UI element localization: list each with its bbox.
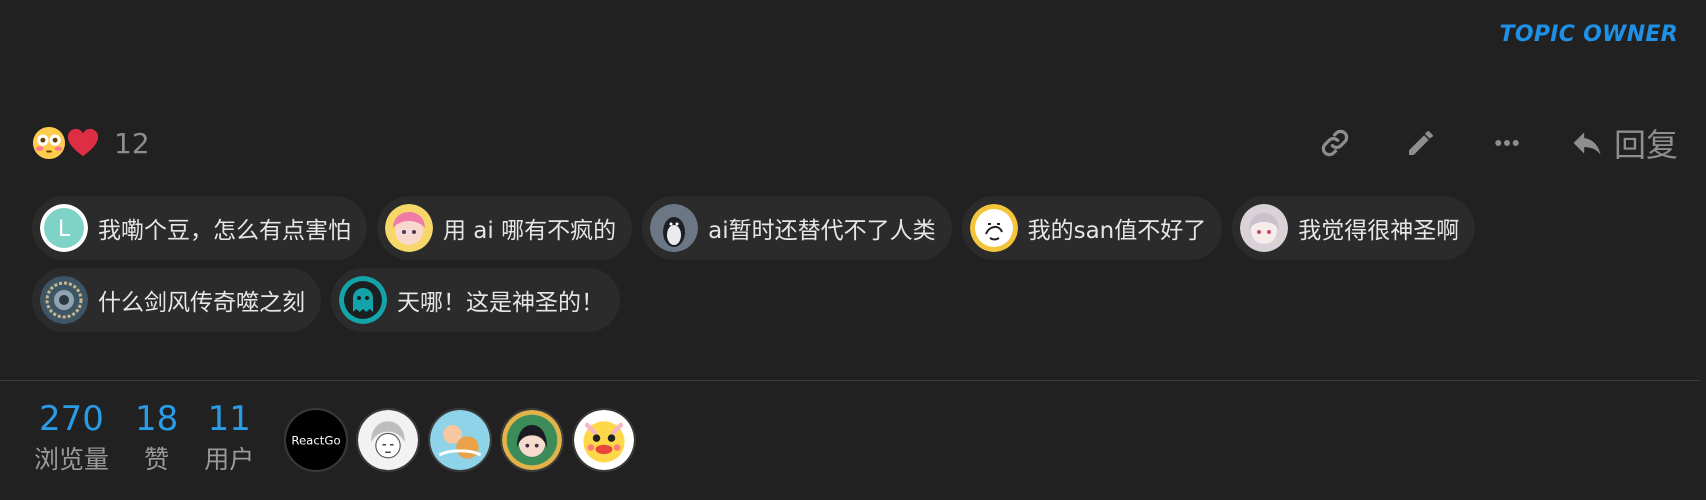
post-footer: TOPIC OWNER 12 回复 L 我嘞个豆，怎么有点害怕 用 ai 哪有不… <box>0 0 1706 500</box>
doodle-avatar-icon <box>969 204 1018 252</box>
reaction-count: 12 <box>114 126 150 160</box>
red-heart-emoji-icon <box>67 128 99 157</box>
boost-chip[interactable]: L 我嘞个豆，怎么有点害怕 <box>32 196 367 260</box>
ellipsis-icon <box>1495 140 1519 146</box>
boost-text: 我觉得很神圣啊 <box>1298 218 1460 244</box>
stat-views: 270 浏览量 <box>34 398 109 478</box>
boost-chip[interactable]: 什么剑风传奇噬之刻 <box>32 268 321 332</box>
letter-l-avatar-icon: L <box>40 204 88 252</box>
pink-hair-anime-avatar-icon <box>385 204 433 252</box>
boost-text: 什么剑风传奇噬之刻 <box>98 290 305 316</box>
post-actions: 回复 <box>1312 120 1678 166</box>
users-count: 11 <box>207 399 251 439</box>
colorful-anime-avatar-icon[interactable] <box>428 408 493 472</box>
anime-girl-avatar-icon <box>1240 204 1289 252</box>
likes-count: 18 <box>135 399 179 439</box>
penguin-avatar-icon <box>650 204 699 252</box>
pencil-icon <box>1408 131 1433 155</box>
reactgo-avatar-icon[interactable]: ReactGo <box>284 408 349 472</box>
boost-text: ai暂时还替代不了人类 <box>708 218 936 244</box>
stat-likes: 18 赞 <box>135 398 178 478</box>
boost-text: 天哪！这是神圣的！ <box>397 290 604 316</box>
likes-label: 赞 <box>144 445 170 474</box>
link-icon <box>1321 129 1349 157</box>
copy-link-button[interactable] <box>1312 120 1358 166</box>
flushed-face-emoji-icon <box>32 126 66 160</box>
boost-text: 用 ai 哪有不疯的 <box>443 218 617 244</box>
boosts-list: L 我嘞个豆，怎么有点害怕 用 ai 哪有不疯的 ai暂时还替代不了人类 我的s… <box>32 196 1592 332</box>
reply-button[interactable]: 回复 <box>1570 120 1678 166</box>
boost-chip[interactable]: ai暂时还替代不了人类 <box>642 196 952 260</box>
boost-chip[interactable]: 天哪！这是神圣的！ <box>331 268 620 332</box>
stat-users: 11 用户 <box>204 398 254 478</box>
circular-art-avatar-icon <box>40 276 88 324</box>
sketch-character-avatar-icon[interactable] <box>356 408 421 472</box>
edit-button[interactable] <box>1398 120 1444 166</box>
cartoon-duck-avatar-icon[interactable] <box>572 408 637 472</box>
boost-chip[interactable]: 我的san值不好了 <box>961 196 1223 260</box>
participant-name: ReactGo <box>292 434 341 448</box>
boost-text: 我的san值不好了 <box>1027 218 1207 244</box>
views-count: 270 <box>39 399 104 439</box>
reply-label: 回复 <box>1613 126 1678 164</box>
views-label: 浏览量 <box>34 445 110 474</box>
participants-list: ReactGo <box>284 408 644 472</box>
svg-text:L: L <box>58 217 71 242</box>
boost-chip[interactable]: 用 ai 哪有不疯的 <box>377 196 633 260</box>
more-actions-button[interactable] <box>1484 120 1530 166</box>
reactions[interactable]: 12 <box>32 126 150 160</box>
boost-text: 我嘞个豆，怎么有点害怕 <box>98 218 351 244</box>
boost-chip[interactable]: 我觉得很神圣啊 <box>1232 196 1476 260</box>
topic-stats: 270 浏览量 18 赞 11 用户 ReactGo <box>34 398 644 478</box>
dark-hair-anime-avatar-icon[interactable] <box>500 408 565 472</box>
post-action-row: 12 回复 <box>32 120 1678 166</box>
divider <box>0 380 1700 381</box>
topic-owner-badge: TOPIC OWNER <box>1499 22 1678 47</box>
reply-arrow-icon <box>1573 132 1601 155</box>
teal-ghost-avatar-icon <box>339 276 387 324</box>
users-label: 用户 <box>204 445 255 474</box>
